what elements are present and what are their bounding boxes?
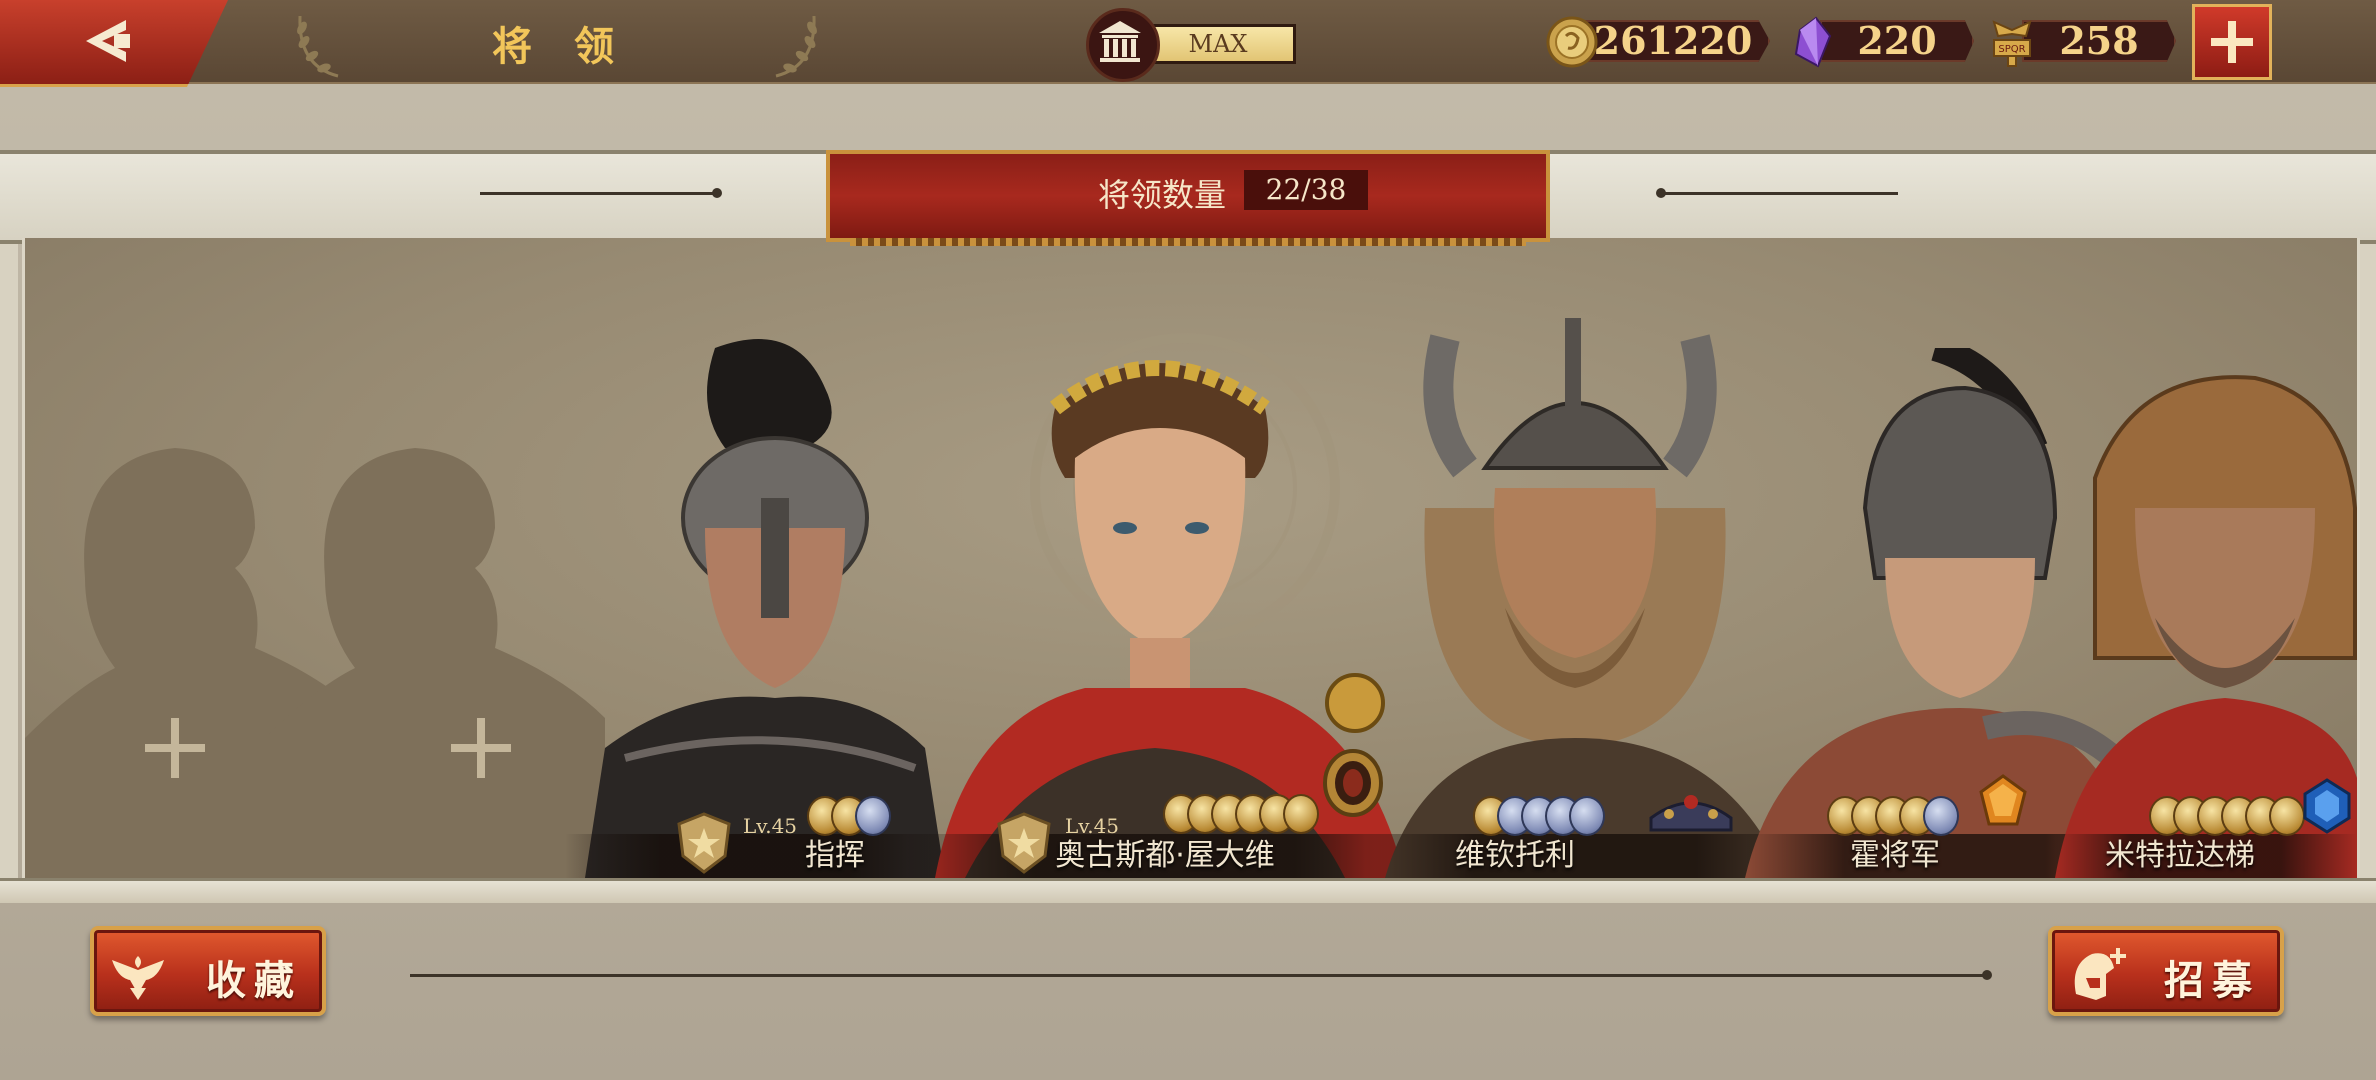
hero-name: 霍将军 xyxy=(1850,838,1940,873)
hero-count-banner: 将领数量 22/38 xyxy=(826,150,1550,246)
collection-button-label: 收藏 xyxy=(206,958,302,1004)
add-hero-plus-icon xyxy=(145,718,205,778)
gold-resource[interactable]: 261220 xyxy=(1546,16,1770,68)
gold-coin-icon xyxy=(1546,16,1598,68)
divider-right xyxy=(1658,192,1898,195)
hero-name: 奥古斯都·屋大维 xyxy=(1055,838,1275,873)
laurel-left-icon xyxy=(297,15,339,78)
hero-card-commander[interactable]: Lv.45 指挥 xyxy=(565,328,945,878)
hero-count-value: 22/38 xyxy=(1244,170,1368,210)
stage-floor xyxy=(0,878,2376,903)
hero-portrait xyxy=(1385,318,1785,878)
spqr-emblem-icon: SPQR xyxy=(1992,20,2032,67)
gem-value: 220 xyxy=(1820,20,1974,62)
divider-left xyxy=(480,192,720,195)
hero-card-mithridates[interactable]: 米特拉达梯 xyxy=(2055,358,2357,878)
page-title: 将 领 xyxy=(492,24,628,70)
building-level-bar: MAX xyxy=(1140,24,1296,64)
spqr-resource[interactable]: SPQR 258 xyxy=(1986,16,2176,67)
top-bar: 将 领 MAX 261220 220 SPQR 258 xyxy=(0,0,2376,87)
svg-text:SPQR: SPQR xyxy=(1998,44,2025,55)
spartan-helmet-plus-icon xyxy=(2074,948,2126,1000)
back-button[interactable] xyxy=(0,0,228,87)
building-badge[interactable] xyxy=(1086,8,1160,82)
temple-icon xyxy=(1099,21,1141,62)
recruit-button[interactable]: 招募 xyxy=(2048,926,2284,1016)
eagle-icon xyxy=(112,956,164,1000)
skill-coins xyxy=(1163,794,1319,834)
add-hero-plus-icon xyxy=(451,718,511,778)
hero-count-label: 将领数量 xyxy=(1098,176,1227,214)
hero-stage: Lv.45 指挥 Lv.45 奥古斯都·屋大维 维钦托利 霍将军 米特拉达梯 xyxy=(22,238,2360,878)
hero-card-vercingetorix[interactable]: 维钦托利 xyxy=(1365,318,1805,878)
crown-icon xyxy=(1649,795,1733,832)
divider-right-dot xyxy=(1656,188,1666,198)
hero-silhouette-icon xyxy=(265,448,605,878)
hero-name: 米特拉达梯 xyxy=(2105,838,2255,873)
skill-coin-icon xyxy=(1283,794,1319,834)
collection-button[interactable]: 收藏 xyxy=(90,926,326,1016)
blue-gem-icon xyxy=(2303,778,2351,834)
gold-value: 261220 xyxy=(1576,20,1770,62)
empty-hero-slot[interactable] xyxy=(265,418,605,878)
add-resource-button[interactable] xyxy=(2192,4,2272,80)
hero-name: 维钦托利 xyxy=(1455,838,1575,873)
right-column xyxy=(2358,150,2376,890)
back-arrow-icon xyxy=(86,20,130,62)
gem-resource[interactable]: 220 xyxy=(1786,16,1974,68)
laurel-right-icon xyxy=(775,15,817,78)
bottom-divider xyxy=(410,974,1988,977)
star-rank-icon xyxy=(677,812,731,874)
hero-card-augustus[interactable]: Lv.45 奥古斯都·屋大维 xyxy=(905,318,1425,878)
purple-gem-icon xyxy=(1794,16,1832,68)
bottom-divider-dot xyxy=(1982,970,1992,980)
left-column xyxy=(0,150,18,890)
divider-left-dot xyxy=(712,188,722,198)
orange-gem-icon xyxy=(1979,774,2027,826)
spqr-value: 258 xyxy=(2022,20,2176,62)
recruit-button-label: 招募 xyxy=(2164,958,2260,1004)
